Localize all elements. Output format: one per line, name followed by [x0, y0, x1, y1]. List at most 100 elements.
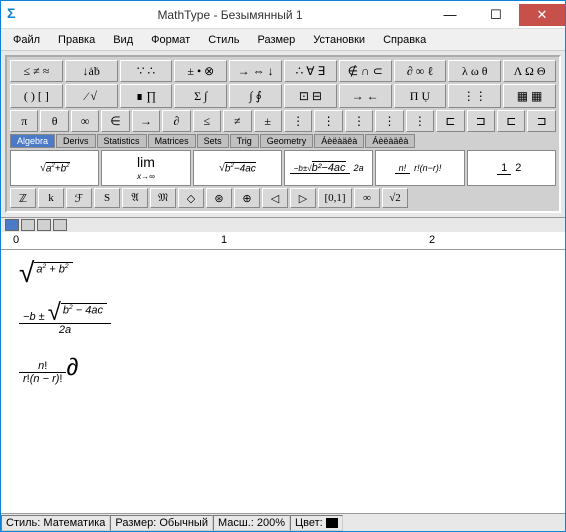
symbol-row-1: ≤ ≠ ≈ ↓ȧḃ ∵ ∴ ± • ⊗ → ⇔ ↓ ∴ ∀ ∃ ∉ ∩ ⊂ ∂ …	[10, 60, 556, 82]
tmpl-fence[interactable]: ( ) [ ]	[10, 84, 63, 108]
sym-greek-upper[interactable]: Λ Ω Θ	[503, 60, 556, 82]
tab-matrices[interactable]: Matrices	[148, 134, 196, 148]
sym-oplus[interactable]: ⊕	[234, 188, 260, 208]
status-color: Цвет:	[290, 515, 343, 531]
tab-algebra[interactable]: Algebra	[10, 134, 55, 148]
menu-format[interactable]: Формат	[143, 32, 198, 48]
tmpl-sum[interactable]: Σ ∫	[174, 84, 227, 108]
menu-help[interactable]: Справка	[375, 32, 434, 48]
sym-neq[interactable]: ≠	[223, 110, 251, 132]
ruler-mark-1: 1	[221, 234, 227, 246]
sym-set[interactable]: ∉ ∩ ⊂	[339, 60, 392, 82]
tmpl-product[interactable]: Π Ụ	[394, 84, 447, 108]
sym-f[interactable]: ℱ	[66, 188, 92, 208]
sym-element[interactable]: ∈	[101, 110, 129, 132]
template-quadratic[interactable]: −b±√b²−4ac2a	[284, 150, 373, 186]
sym-infinity[interactable]: ∞	[71, 110, 99, 132]
menu-file[interactable]: Файл	[5, 32, 48, 48]
sym-logic[interactable]: ∴ ∀ ∃	[284, 60, 337, 82]
minimize-button[interactable]: —	[427, 4, 473, 26]
sym-slot1[interactable]: ⋮	[284, 110, 312, 132]
ruler-mark-2: 2	[429, 234, 435, 246]
size-btn-4[interactable]	[53, 219, 67, 231]
tmpl-box[interactable]: ▦ ▦	[503, 84, 556, 108]
tab-trig[interactable]: Trig	[230, 134, 259, 148]
status-style: Стиль: Математика	[1, 515, 110, 531]
menu-style[interactable]: Стиль	[200, 32, 247, 48]
sym-slot4[interactable]: ⋮	[375, 110, 403, 132]
tmpl-overbar[interactable]: ⊡ ⊟	[284, 84, 337, 108]
sym-arrows[interactable]: → ⇔ ↓	[229, 60, 282, 82]
category-tabs: Algebra Derivs Statistics Matrices Sets …	[10, 134, 556, 148]
sym-arrow-right[interactable]: →	[132, 110, 160, 132]
menu-size[interactable]: Размер	[249, 32, 303, 48]
sym-leq[interactable]: ≤	[193, 110, 221, 132]
sym-theta[interactable]: θ	[40, 110, 68, 132]
close-button[interactable]: ✕	[519, 4, 565, 26]
sym-a[interactable]: 𝔄	[122, 188, 148, 208]
sym-misc[interactable]: ∂ ∞ ℓ	[394, 60, 447, 82]
template-discriminant[interactable]: √b2−4ac	[193, 150, 282, 186]
tmpl-fraction[interactable]: ⁄ √	[65, 84, 118, 108]
template-limit[interactable]: limx→∞	[101, 150, 190, 186]
menu-settings[interactable]: Установки	[305, 32, 373, 48]
tab-geometry[interactable]: Geometry	[260, 134, 314, 148]
status-zoom: Масш.: 200%	[213, 515, 290, 531]
sym-slot3[interactable]: ⋮	[345, 110, 373, 132]
sym-relations[interactable]: ≤ ≠ ≈	[10, 60, 63, 82]
size-btn-1[interactable]	[5, 219, 19, 231]
sym-bracket4[interactable]: ⊐	[527, 110, 555, 132]
tab-derivs[interactable]: Derivs	[56, 134, 96, 148]
statusbar: Стиль: Математика Размер: Обычный Масш.:…	[1, 513, 565, 531]
tmpl-integral[interactable]: ∫ ∮	[229, 84, 282, 108]
sym-bracket3[interactable]: ⊏	[497, 110, 525, 132]
sym-k[interactable]: k	[38, 188, 64, 208]
size-btn-2[interactable]	[21, 219, 35, 231]
tmpl-matrix[interactable]: ⋮⋮	[448, 84, 501, 108]
sym-z[interactable]: ℤ	[10, 188, 36, 208]
template-half[interactable]: 12	[467, 150, 556, 186]
symbol-palette: ≤ ≠ ≈ ↓ȧḃ ∵ ∴ ± • ⊗ → ⇔ ↓ ∴ ∀ ∃ ∉ ∩ ⊂ ∂ …	[5, 55, 561, 213]
equation-canvas[interactable]: √a2 + b2 −b ± √b2 − 4ac 2a n! r!(n − r)!…	[1, 250, 565, 513]
tab-statistics[interactable]: Statistics	[97, 134, 147, 148]
sym-bracket1[interactable]: ⊏	[436, 110, 464, 132]
window-title: MathType - Безымянный 1	[33, 8, 427, 22]
app-window: Σ MathType - Безымянный 1 — ☐ ✕ Файл Пра…	[0, 0, 566, 532]
sym-circstar[interactable]: ⊛	[206, 188, 232, 208]
tmpl-subscript[interactable]: ∎ ∏	[120, 84, 173, 108]
template-combination[interactable]: n!r!(n−r)!	[375, 150, 464, 186]
sym-spaces[interactable]: ↓ȧḃ	[65, 60, 118, 82]
sym-dots[interactable]: ∵ ∴	[120, 60, 173, 82]
sym-tri-left[interactable]: ◁	[262, 188, 288, 208]
tmpl-arrow[interactable]: → ←	[339, 84, 392, 108]
sym-plusminus[interactable]: ±	[254, 110, 282, 132]
tab-sets[interactable]: Sets	[197, 134, 229, 148]
tab-custom1[interactable]: Áèëàäêà	[314, 134, 364, 148]
size-btn-3[interactable]	[37, 219, 51, 231]
sym-diamond[interactable]: ◇	[178, 188, 204, 208]
sym-interval[interactable]: [0,1]	[318, 188, 352, 208]
maximize-button[interactable]: ☐	[473, 4, 519, 26]
sym-slot2[interactable]: ⋮	[314, 110, 342, 132]
ruler[interactable]: 0 1 2	[1, 232, 565, 250]
tab-custom2[interactable]: Áèëàäêà	[365, 134, 415, 148]
sym-partial[interactable]: ∂	[162, 110, 190, 132]
sym-slot5[interactable]: ⋮	[406, 110, 434, 132]
template-row: √a2+b2 limx→∞ √b2−4ac −b±√b²−4ac2a n!r!(…	[10, 150, 556, 186]
template-pythagoras[interactable]: √a2+b2	[10, 150, 99, 186]
sym-sqrt2[interactable]: √2	[382, 188, 408, 208]
sym-bracket2[interactable]: ⊐	[467, 110, 495, 132]
sym-pi[interactable]: π	[10, 110, 38, 132]
equation-1: √a2 + b2	[19, 262, 547, 285]
menu-view[interactable]: Вид	[105, 32, 141, 48]
sym-s[interactable]: S	[94, 188, 120, 208]
sym-m[interactable]: 𝔐	[150, 188, 176, 208]
equation-3: n! r!(n − r)! ∂	[19, 354, 547, 385]
menubar: Файл Правка Вид Формат Стиль Размер Уста…	[1, 29, 565, 51]
menu-edit[interactable]: Правка	[50, 32, 103, 48]
sym-tri-right[interactable]: ▷	[290, 188, 316, 208]
equation-2: −b ± √b2 − 4ac 2a	[19, 303, 547, 336]
sym-inf2[interactable]: ∞	[354, 188, 380, 208]
sym-greek-lower[interactable]: λ ω θ	[448, 60, 501, 82]
sym-operators[interactable]: ± • ⊗	[174, 60, 227, 82]
